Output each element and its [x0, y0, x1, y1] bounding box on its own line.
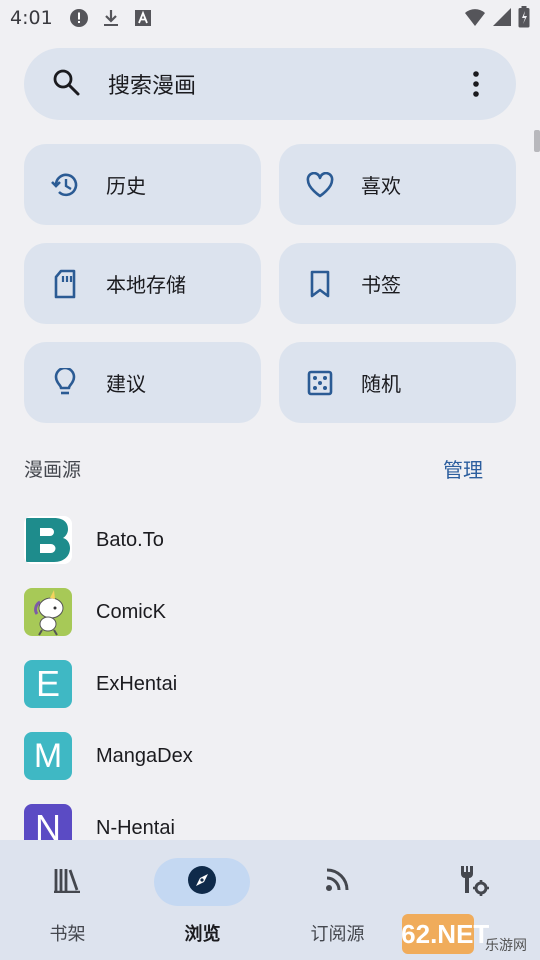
nav-subscriptions-label: 订阅源: [310, 924, 365, 945]
lightbulb-icon: [50, 367, 80, 398]
sd-card-icon: [50, 269, 80, 299]
library-icon: [53, 867, 81, 897]
source-name: N-Hentai: [96, 816, 175, 839]
local-storage-label: 本地存储: [106, 273, 186, 297]
suggestions-button[interactable]: 建议: [24, 342, 261, 423]
nav-library-label: 书架: [49, 924, 86, 945]
source-item-batoto[interactable]: Bato.To: [24, 516, 524, 564]
nav-subscriptions[interactable]: 订阅源: [270, 840, 405, 960]
source-item-mangadex[interactable]: M MangaDex: [24, 732, 524, 780]
suggestions-label: 建议: [106, 372, 146, 396]
alert-icon: [69, 8, 89, 28]
battery-icon: [518, 6, 530, 33]
history-icon: [50, 170, 80, 200]
mangadex-logo: M: [24, 732, 72, 780]
local-storage-button[interactable]: 本地存储: [24, 243, 261, 324]
exhentai-logo: E: [24, 660, 72, 708]
rss-icon: [324, 867, 350, 897]
logo-letter: E: [35, 663, 60, 704]
settings-wrench-icon: [455, 864, 489, 900]
comick-unicorn-logo: [24, 588, 72, 636]
source-name: ExHentai: [96, 672, 178, 695]
favorites-label: 喜欢: [361, 174, 401, 198]
compass-icon: [187, 865, 217, 899]
download-icon: [101, 8, 121, 28]
signal-icon: [492, 7, 512, 32]
favorites-button[interactable]: 喜欢: [279, 144, 516, 225]
history-button[interactable]: 历史: [24, 144, 261, 225]
source-name: Bato.To: [96, 528, 164, 551]
nav-library[interactable]: 书架: [0, 840, 135, 960]
heart-icon: [305, 170, 335, 200]
dice-icon: [305, 368, 335, 398]
watermark-number: 962.NET: [402, 919, 489, 949]
source-item-exhentai[interactable]: E ExHentai: [24, 660, 524, 708]
history-label: 历史: [106, 174, 146, 198]
watermark-subtext: 乐游网: [485, 938, 527, 954]
wifi-icon: [464, 7, 486, 32]
bookmark-icon: [305, 269, 335, 299]
sources-section-title: 漫画源: [24, 459, 82, 481]
search-bar[interactable]: 搜索漫画: [24, 48, 516, 120]
nav-browse[interactable]: 浏览: [135, 840, 270, 960]
bookmarks-button[interactable]: 书签: [279, 243, 516, 324]
source-name: ComicK: [96, 600, 167, 623]
search-label: 搜索漫画: [108, 74, 197, 99]
more-vert-icon[interactable]: [464, 64, 488, 104]
status-time: 4:01: [10, 7, 53, 29]
logo-letter: M: [33, 736, 63, 775]
batoto-logo: [24, 516, 72, 564]
source-item-comick[interactable]: ComicK: [24, 588, 524, 636]
nav-browse-label: 浏览: [184, 924, 221, 945]
status-bar: 4:01: [0, 0, 540, 36]
site-watermark: 962.NET 乐游网: [387, 912, 536, 956]
manage-sources-link[interactable]: 管理: [443, 454, 483, 483]
app-a-icon: [133, 8, 153, 28]
random-button[interactable]: 随机: [279, 342, 516, 423]
source-name: MangaDex: [96, 744, 193, 767]
bookmarks-label: 书签: [361, 273, 401, 297]
random-label: 随机: [361, 372, 401, 396]
scrollbar[interactable]: [534, 130, 540, 152]
search-icon: [52, 68, 80, 100]
